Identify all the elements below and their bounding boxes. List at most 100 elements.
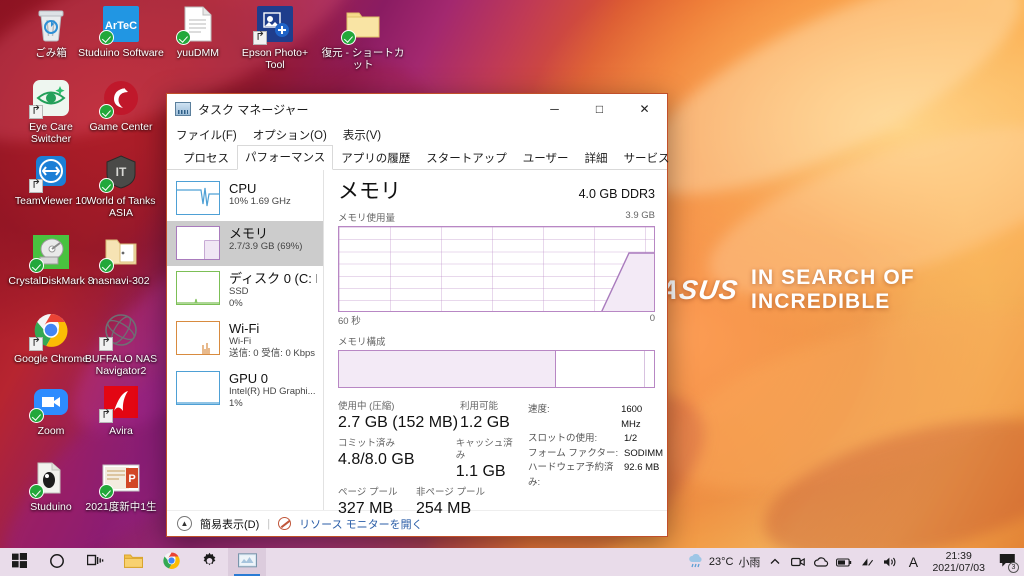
start-button[interactable] (0, 548, 38, 576)
tab-performance[interactable]: パフォーマンス (237, 145, 334, 170)
desktop-icon-restore-shortcut[interactable]: 復元 - ショートカット (320, 4, 406, 71)
sidebar-item-disk[interactable]: ディスク 0 (C: D:) SSD 0% (167, 266, 323, 316)
task-manager-icon (237, 552, 257, 572)
graph-title: メモリ使用量 (338, 213, 396, 224)
stat-value: 1.2 GB (460, 414, 510, 431)
sidebar-item-text: Wi-Fi Wi-Fi 送信: 0 受信: 0 Kbps (229, 321, 315, 360)
fewer-details-link[interactable]: 簡易表示(D) (200, 516, 259, 532)
task-manager-window[interactable]: タスク マネージャー ─ □ ✕ ファイル(F) オプション(O) 表示(V) … (166, 93, 670, 537)
minimize-button[interactable]: ─ (532, 94, 577, 124)
powerpoint-icon: P (99, 458, 141, 499)
sidebar-item-name: メモリ (229, 226, 269, 241)
desktop-icon-nasnavi-302[interactable]: nasnavi-302 (78, 232, 164, 287)
spec-value: SODIMM (624, 447, 664, 459)
svg-text:P: P (128, 473, 135, 485)
weather-widget[interactable]: 23°C 小雨 (688, 553, 760, 571)
sync-check-badge (99, 258, 114, 273)
notification-badge: 3 (1008, 562, 1019, 573)
maximize-button[interactable]: □ (577, 94, 622, 124)
battery-icon[interactable] (836, 554, 852, 570)
resource-monitor-icon[interactable] (278, 517, 292, 530)
stats-left-column: 使用中 (圧縮) 2.7 GB (152 MB) 利用可能 1.2 GB コミッ… (338, 401, 520, 524)
desktop-icon-epson-photo-tool[interactable]: Epson Photo+ Tool (232, 4, 318, 71)
detail-panel: メモリ 4.0 GB DDR3 メモリ使用量 3.9 GB 60 秒 0 メモリ… (324, 170, 667, 517)
spec-key: 速度: (528, 404, 550, 415)
tab-startup[interactable]: スタートアップ (418, 146, 515, 170)
stat-caption: 利用可能 (460, 401, 499, 412)
tab-processes[interactable]: プロセス (175, 146, 237, 170)
desktop-icon-powerpoint-file[interactable]: P 2021度新中1生 (78, 458, 164, 513)
desktop-icon-buffalo-nas-navigator2[interactable]: BUFFALO NAS Navigator2 (78, 310, 164, 377)
system-tray[interactable]: 23°C 小雨 A 21:39 2021/07/03 3 (688, 550, 1024, 574)
asus-wordmark: ASUS (656, 274, 741, 305)
stats-row: ページ プール 327 MB 非ページ プール 254 MB (338, 487, 520, 518)
stat-value: 2.7 GB (152 MB) (338, 414, 459, 431)
teamviewer-icon (29, 152, 71, 193)
gear-icon (201, 552, 218, 572)
settings-button[interactable] (190, 548, 228, 576)
chrome-icon (29, 310, 71, 351)
composition-in-use (339, 351, 557, 387)
graph-axis-left: 60 秒 (338, 316, 361, 327)
desktop-icon-avira[interactable]: Avira (78, 382, 164, 437)
gpu-thumbnail (176, 371, 220, 405)
shortcut-arrow-badge (29, 105, 43, 119)
chevron-up-icon[interactable] (767, 554, 783, 570)
sidebar-item-sub2: 1% (229, 398, 243, 409)
menu-bar[interactable]: ファイル(F) オプション(O) 表示(V) (167, 124, 667, 146)
task-view-button[interactable] (76, 548, 114, 576)
stat-cached: キャッシュ済み 1.1 GB (456, 438, 520, 481)
desktop-icon-label: Avira (109, 425, 133, 437)
clock[interactable]: 21:39 2021/07/03 (928, 550, 989, 574)
desktop-icon-label: ごみ箱 (35, 47, 67, 59)
tab-bar[interactable]: プロセス パフォーマンス アプリの履歴 スタートアップ ユーザー 詳細 サービス (167, 145, 670, 170)
wifi-thumbnail (176, 321, 220, 355)
menu-item-file[interactable]: ファイル(F) (176, 127, 237, 143)
sync-check-badge (99, 484, 114, 499)
chrome-taskbar-button[interactable] (152, 548, 190, 576)
stat-caption: 使用中 (圧縮) (338, 401, 395, 412)
desktop-icon-label: 復元 - ショートカット (321, 47, 405, 71)
sidebar-item-wifi[interactable]: Wi-Fi Wi-Fi 送信: 0 受信: 0 Kbps (167, 316, 323, 366)
tab-services[interactable]: サービス (616, 146, 678, 170)
volume-icon[interactable] (882, 554, 898, 570)
tab-users[interactable]: ユーザー (515, 146, 577, 170)
onedrive-cloud-icon[interactable] (813, 554, 829, 570)
file-explorer-button[interactable] (114, 548, 152, 576)
meet-now-icon[interactable] (790, 554, 806, 570)
desktop[interactable]: ASUS IN SEARCH OF INCREDIBLE ごみ箱 ArTeC S… (0, 0, 1024, 576)
graph-max-label: 3.9 GB (625, 210, 655, 221)
weather-temperature: 23°C (708, 556, 734, 568)
menu-item-options[interactable]: オプション(O) (253, 127, 327, 143)
buffalo-nas-icon (99, 310, 141, 351)
desktop-icon-yuudmm[interactable]: yuuDMM (155, 4, 241, 59)
desktop-icon-studuino-software[interactable]: ArTeC Studuino Software (78, 4, 164, 59)
wifi-icon[interactable] (859, 554, 875, 570)
sidebar-item-gpu[interactable]: GPU 0 Intel(R) HD Graphi... 1% (167, 366, 323, 416)
desktop-icon-label: nasnavi-302 (92, 275, 150, 287)
task-manager-taskbar-button[interactable] (228, 548, 266, 576)
search-button[interactable] (38, 548, 76, 576)
desktop-icon-world-of-tanks-asia[interactable]: IT World of Tanks ASIA (78, 152, 164, 219)
sidebar-item-memory[interactable]: メモリ 2.7/3.9 GB (69%) (167, 221, 323, 266)
menu-item-view[interactable]: 表示(V) (343, 127, 381, 143)
tab-app-history[interactable]: アプリの履歴 (333, 146, 418, 170)
memory-composition-bar[interactable] (338, 350, 655, 388)
close-button[interactable]: ✕ (622, 94, 667, 124)
desktop-icon-label: yuuDMM (176, 47, 219, 59)
stat-caption: キャッシュ済み (455, 438, 513, 461)
tab-details[interactable]: 詳細 (577, 146, 616, 170)
stat-paged-pool: ページ プール 327 MB (338, 487, 416, 518)
window-title-bar[interactable]: タスク マネージャー ─ □ ✕ (167, 94, 667, 124)
resource-list[interactable]: CPU 10% 1.69 GHz メモリ 2.7/3.9 GB (69%) ディ… (167, 170, 324, 510)
spec-row-speed: 速度: 1600 MHz (528, 403, 663, 432)
ime-indicator[interactable]: A (905, 554, 921, 570)
desktop-icon-game-center[interactable]: Game Center (78, 78, 164, 133)
sidebar-item-cpu[interactable]: CPU 10% 1.69 GHz (167, 176, 323, 221)
memory-spec: 4.0 GB DDR3 (578, 187, 655, 201)
chevron-up-icon[interactable]: ▲ (177, 516, 192, 531)
sync-check-badge (99, 104, 114, 119)
notification-center-button[interactable]: 3 (996, 552, 1019, 573)
taskbar[interactable]: 23°C 小雨 A 21:39 2021/07/03 3 (0, 548, 1024, 576)
spec-row-form-factor: フォーム ファクター: SODIMM (528, 447, 663, 462)
